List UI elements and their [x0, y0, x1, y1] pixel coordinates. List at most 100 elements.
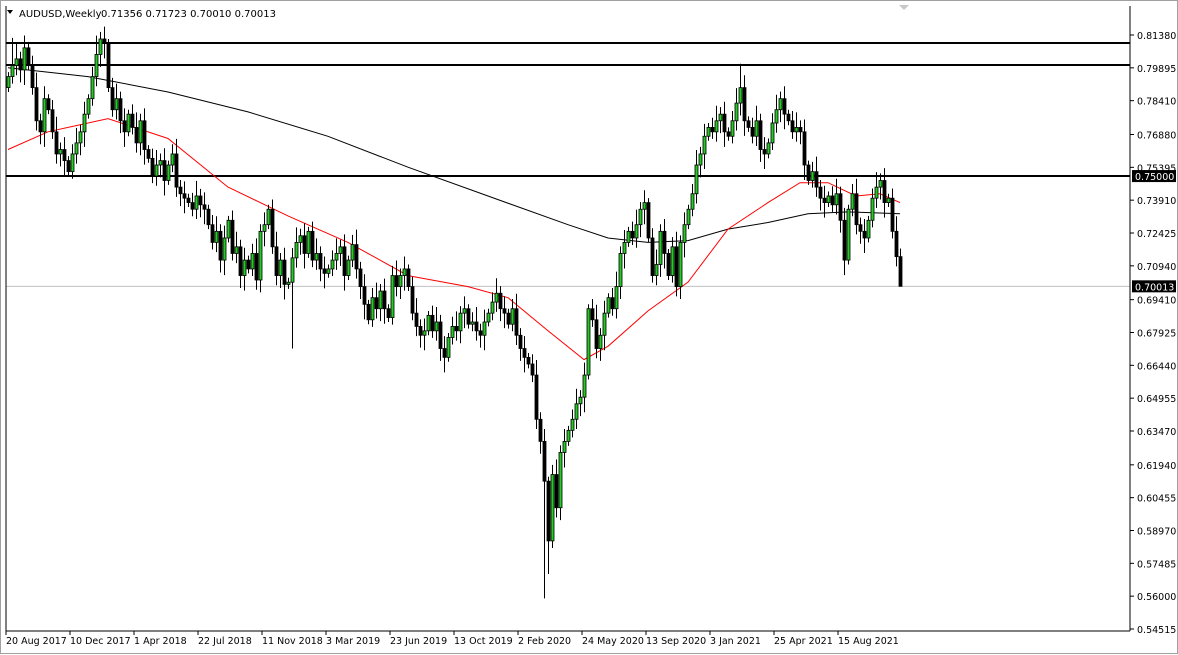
- candle[interactable]: [595, 305, 598, 359]
- candle[interactable]: [755, 106, 758, 146]
- candle[interactable]: [295, 227, 298, 267]
- candle[interactable]: [263, 212, 266, 246]
- candle[interactable]: [399, 268, 402, 299]
- candle[interactable]: [335, 238, 338, 269]
- candle[interactable]: [223, 226, 226, 276]
- candle[interactable]: [507, 309, 510, 329]
- candle[interactable]: [447, 333, 450, 362]
- candle[interactable]: [279, 253, 282, 288]
- candle[interactable]: [135, 112, 138, 152]
- candle[interactable]: [743, 75, 746, 136]
- candle[interactable]: [83, 102, 86, 147]
- candle[interactable]: [175, 139, 178, 197]
- candle[interactable]: [63, 137, 66, 175]
- candle[interactable]: [635, 210, 638, 248]
- candle[interactable]: [767, 138, 770, 158]
- candle[interactable]: [379, 284, 382, 321]
- candle[interactable]: [787, 110, 790, 125]
- candle[interactable]: [15, 44, 18, 75]
- candle[interactable]: [835, 179, 838, 215]
- candle[interactable]: [235, 232, 238, 263]
- candle[interactable]: [899, 249, 902, 287]
- candle[interactable]: [323, 257, 326, 289]
- candle[interactable]: [763, 137, 766, 169]
- candle[interactable]: [811, 162, 814, 188]
- candle[interactable]: [303, 223, 306, 268]
- candle[interactable]: [703, 124, 706, 169]
- candle[interactable]: [487, 309, 490, 327]
- candle[interactable]: [727, 127, 730, 140]
- candle[interactable]: [151, 149, 154, 183]
- candle[interactable]: [427, 311, 430, 335]
- candle[interactable]: [859, 218, 862, 244]
- candle[interactable]: [539, 412, 542, 454]
- candle[interactable]: [791, 111, 794, 139]
- candle[interactable]: [499, 286, 502, 321]
- candle[interactable]: [99, 32, 102, 67]
- candle[interactable]: [815, 157, 818, 197]
- candle[interactable]: [275, 232, 278, 286]
- candle[interactable]: [139, 114, 142, 156]
- candle[interactable]: [111, 78, 114, 117]
- candle[interactable]: [207, 205, 210, 229]
- candle[interactable]: [651, 228, 654, 282]
- chart-window[interactable]: AUDUSD,Weekly 0.71356 0.71723 0.70010 0.…: [0, 0, 1178, 654]
- candle[interactable]: [419, 319, 422, 347]
- candle[interactable]: [347, 256, 350, 280]
- candle[interactable]: [891, 188, 894, 238]
- candle[interactable]: [195, 181, 198, 219]
- candle[interactable]: [359, 262, 362, 299]
- price-chart[interactable]: AUDUSD,Weekly 0.71356 0.71723 0.70010 0.…: [1, 1, 1178, 655]
- candle[interactable]: [79, 125, 82, 156]
- candle[interactable]: [115, 84, 118, 120]
- candle[interactable]: [371, 288, 374, 327]
- candle[interactable]: [11, 38, 14, 84]
- candle[interactable]: [827, 192, 830, 207]
- candle[interactable]: [299, 229, 302, 255]
- candle[interactable]: [475, 307, 478, 341]
- candle[interactable]: [123, 108, 126, 146]
- candle[interactable]: [663, 219, 666, 269]
- candle[interactable]: [847, 205, 850, 265]
- candle[interactable]: [143, 108, 146, 164]
- candle[interactable]: [219, 224, 222, 272]
- candle[interactable]: [515, 294, 518, 345]
- candle[interactable]: [103, 27, 106, 59]
- candle[interactable]: [343, 234, 346, 290]
- candle[interactable]: [511, 299, 514, 331]
- candle[interactable]: [491, 292, 494, 320]
- candle[interactable]: [627, 227, 630, 247]
- candle[interactable]: [247, 256, 250, 274]
- candle[interactable]: [807, 161, 810, 185]
- candle[interactable]: [503, 296, 506, 328]
- candle[interactable]: [199, 189, 202, 217]
- candle[interactable]: [643, 190, 646, 224]
- candle[interactable]: [875, 172, 878, 208]
- candle[interactable]: [687, 205, 690, 229]
- candle[interactable]: [451, 317, 454, 345]
- candle[interactable]: [723, 102, 726, 147]
- candle[interactable]: [43, 86, 46, 147]
- candle[interactable]: [679, 235, 682, 299]
- candle[interactable]: [587, 304, 590, 379]
- candle[interactable]: [71, 144, 74, 178]
- candle[interactable]: [851, 184, 854, 216]
- candle[interactable]: [435, 307, 438, 341]
- candle[interactable]: [867, 216, 870, 243]
- candle[interactable]: [351, 235, 354, 267]
- candle[interactable]: [19, 52, 22, 83]
- candle[interactable]: [107, 39, 110, 92]
- candle[interactable]: [259, 224, 262, 292]
- candle[interactable]: [575, 389, 578, 429]
- candle[interactable]: [795, 112, 798, 141]
- candle[interactable]: [315, 238, 318, 269]
- candle[interactable]: [467, 304, 470, 328]
- candle[interactable]: [159, 154, 162, 178]
- candle[interactable]: [479, 324, 482, 348]
- candle[interactable]: [55, 117, 58, 164]
- candle[interactable]: [243, 248, 246, 291]
- candle[interactable]: [91, 67, 94, 106]
- candle[interactable]: [799, 120, 802, 144]
- candle[interactable]: [287, 278, 290, 289]
- candle[interactable]: [739, 64, 742, 116]
